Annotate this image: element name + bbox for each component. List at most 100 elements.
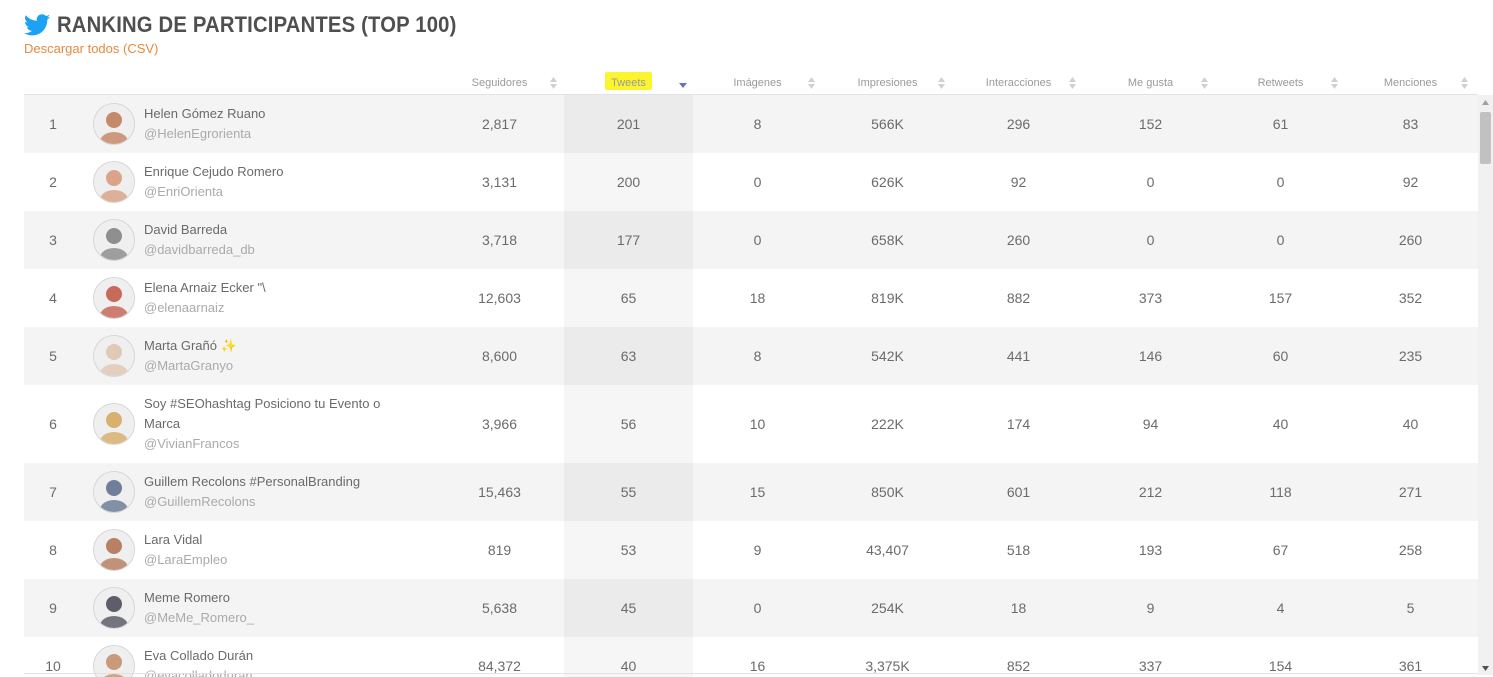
user-info[interactable]: Lara Vidal @LaraEmpleo — [144, 521, 419, 579]
sort-icon[interactable] — [550, 77, 557, 89]
column-header-interacciones[interactable]: Interacciones — [954, 72, 1083, 94]
megusta-cell: 152 — [1138, 116, 1163, 132]
rank-cell: 4 — [49, 290, 57, 306]
avatar[interactable] — [93, 529, 135, 571]
avatar[interactable] — [93, 335, 135, 377]
user-info[interactable]: Eva Collado Durán @evacolladoduran — [144, 637, 419, 677]
sort-icon[interactable] — [1461, 77, 1468, 89]
avatar[interactable] — [93, 403, 135, 445]
table-row[interactable]: 9 Meme Romero @MeMe_Romero_ 5,638 45 0 254K 18 9… — [24, 579, 1478, 637]
table-row[interactable]: 5 Marta Grañó ✨ @MartaGranyo 8,600 63 8 542K 44… — [24, 327, 1478, 385]
user-info[interactable]: Soy #SEOhashtag Posiciono tu Evento o Ma… — [144, 385, 419, 463]
megusta-cell: 94 — [1142, 416, 1159, 432]
user-avatar-icon — [94, 104, 134, 144]
user-avatar-icon — [94, 220, 134, 260]
imagenes-cell: 8 — [753, 348, 762, 364]
megusta-cell: 0 — [1146, 174, 1155, 190]
avatar[interactable] — [93, 471, 135, 513]
user-name[interactable]: Guillem Recolons #PersonalBranding — [144, 472, 419, 492]
twitter-bird-icon — [24, 14, 50, 36]
user-name[interactable]: Soy #SEOhashtag Posiciono tu Evento o Ma… — [144, 394, 419, 434]
user-name[interactable]: Marta Grañó ✨ — [144, 336, 419, 356]
sort-icon[interactable] — [1331, 77, 1338, 89]
avatar[interactable] — [93, 103, 135, 145]
column-header-impresiones[interactable]: Impresiones — [823, 72, 952, 94]
user-info[interactable]: Guillem Recolons #PersonalBranding @Guill… — [144, 463, 419, 521]
menciones-cell: 260 — [1398, 232, 1423, 248]
avatar[interactable] — [93, 161, 135, 203]
tweets-cell: 201 — [616, 116, 641, 132]
impresiones-cell: 3,375K — [865, 658, 910, 674]
user-info[interactable]: Marta Grañó ✨ @MartaGranyo — [144, 327, 419, 385]
user-name[interactable]: David Barreda — [144, 220, 419, 240]
sort-icon[interactable] — [938, 77, 945, 89]
column-label-impresiones: Impresiones — [857, 77, 918, 89]
table-row[interactable]: 2 Enrique Cejudo Romero @EnriOrienta 3,131 2… — [24, 153, 1478, 211]
user-name[interactable]: Eva Collado Durán — [144, 646, 419, 666]
tweets-cell: 177 — [616, 232, 641, 248]
user-handle[interactable]: @davidbarreda_db — [144, 240, 419, 260]
scrollbar-thumb[interactable] — [1480, 112, 1491, 164]
menciones-cell: 361 — [1398, 658, 1423, 674]
table-row[interactable]: 4 Elena Arnaiz Ecker "\ @elenaarnaiz 12,603… — [24, 269, 1478, 327]
user-info[interactable]: Helen Gómez Ruano @HelenEgrorienta — [144, 95, 419, 153]
user-name[interactable]: Helen Gómez Ruano — [144, 104, 419, 124]
user-handle[interactable]: @elenaarnaiz — [144, 298, 419, 318]
user-handle[interactable]: @MartaGranyo — [144, 356, 419, 376]
column-header-megusta[interactable]: Me gusta — [1086, 72, 1215, 94]
tweets-cell: 45 — [620, 600, 637, 616]
interacciones-cell: 174 — [1006, 416, 1031, 432]
column-header-tweets[interactable]: Tweets — [564, 72, 693, 94]
user-name[interactable]: Enrique Cejudo Romero — [144, 162, 419, 182]
download-csv-link[interactable]: Descargar todos (CSV) — [24, 41, 491, 56]
user-handle[interactable]: @VivianFrancos — [144, 434, 419, 454]
table-bottom-border — [24, 673, 1478, 674]
user-handle[interactable]: @MeMe_Romero_ — [144, 608, 419, 628]
avatar[interactable] — [93, 277, 135, 319]
impresiones-cell: 566K — [871, 116, 904, 132]
table-row[interactable]: 6 Soy #SEOhashtag Posiciono tu Evento o M… — [24, 385, 1478, 463]
interacciones-cell: 601 — [1006, 484, 1031, 500]
scroll-down-arrow-icon[interactable] — [1478, 661, 1493, 675]
sort-icon[interactable] — [808, 77, 815, 89]
user-handle[interactable]: @GuillemRecolons — [144, 492, 419, 512]
user-handle[interactable]: @HelenEgrorienta — [144, 124, 419, 144]
user-info[interactable]: Enrique Cejudo Romero @EnriOrienta — [144, 153, 419, 211]
retweets-cell: 157 — [1268, 290, 1293, 306]
user-avatar-icon — [94, 530, 134, 570]
column-header-menciones[interactable]: Menciones — [1346, 72, 1475, 94]
table-row[interactable]: 1 Helen Gómez Ruano @HelenEgrorienta 2,817 2… — [24, 95, 1478, 153]
avatar[interactable] — [93, 587, 135, 629]
menciones-cell: 271 — [1398, 484, 1423, 500]
user-info[interactable]: Meme Romero @MeMe_Romero_ — [144, 579, 419, 637]
user-name[interactable]: Lara Vidal — [144, 530, 419, 550]
sort-icon[interactable] — [1069, 77, 1076, 89]
avatar[interactable] — [93, 219, 135, 261]
imagenes-cell: 18 — [749, 290, 766, 306]
table-row[interactable]: 3 David Barreda @davidbarreda_db 3,718 177 0 6… — [24, 211, 1478, 269]
user-avatar-icon — [94, 404, 134, 444]
impresiones-cell: 658K — [871, 232, 904, 248]
retweets-cell: 154 — [1268, 658, 1293, 674]
rank-cell: 2 — [49, 174, 57, 190]
vertical-scrollbar[interactable] — [1478, 95, 1493, 675]
column-header-retweets[interactable]: Retweets — [1216, 72, 1345, 94]
sort-icon[interactable] — [1201, 77, 1208, 89]
column-header-imagenes[interactable]: Imágenes — [693, 72, 822, 94]
user-handle[interactable]: @EnriOrienta — [144, 182, 419, 202]
table-row[interactable]: 8 Lara Vidal @LaraEmpleo 819 53 9 43,407 518 193… — [24, 521, 1478, 579]
user-info[interactable]: Elena Arnaiz Ecker "\ @elenaarnaiz — [144, 269, 419, 327]
user-info[interactable]: David Barreda @davidbarreda_db — [144, 211, 419, 269]
interacciones-cell: 296 — [1006, 116, 1031, 132]
sort-desc-icon[interactable] — [679, 77, 687, 89]
table-row[interactable]: 7 Guillem Recolons #PersonalBranding @Guil… — [24, 463, 1478, 521]
user-handle[interactable]: @evacolladoduran — [144, 666, 419, 677]
impresiones-cell: 222K — [871, 416, 904, 432]
user-name[interactable]: Elena Arnaiz Ecker "\ — [144, 278, 419, 298]
megusta-cell: 146 — [1138, 348, 1163, 364]
column-header-seguidores[interactable]: Seguidores — [435, 72, 564, 94]
table-row[interactable]: 10 Eva Collado Durán @evacolladoduran 84,37… — [24, 637, 1478, 677]
scroll-up-arrow-icon[interactable] — [1478, 95, 1493, 109]
user-name[interactable]: Meme Romero — [144, 588, 419, 608]
user-handle[interactable]: @LaraEmpleo — [144, 550, 419, 570]
